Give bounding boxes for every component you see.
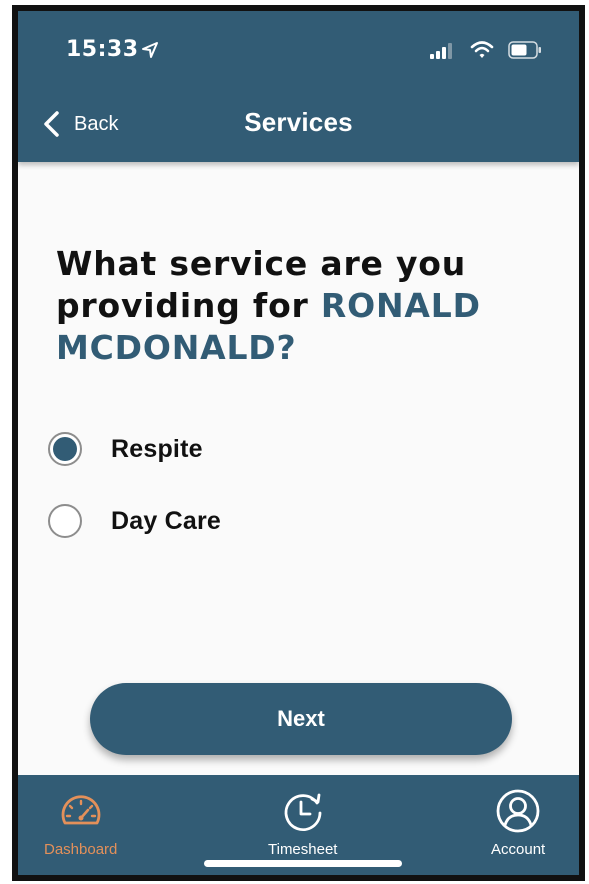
tab-account[interactable]: Account <box>491 787 545 858</box>
speedometer-icon <box>61 795 101 825</box>
clock-refresh-icon <box>284 793 322 832</box>
tab-bar: Dashboard Timesheet Account <box>18 775 579 875</box>
battery-icon <box>508 41 541 59</box>
next-button[interactable]: Next <box>90 683 512 755</box>
option-label: Day Care <box>111 506 221 535</box>
option-respite[interactable]: Respite <box>48 429 203 469</box>
status-bar: 15:33 <box>18 11 579 91</box>
phone-screen: 15:33 Back Services What service are you… <box>12 5 585 881</box>
radio-day-care[interactable] <box>48 504 82 538</box>
radio-selected-dot <box>53 437 77 461</box>
option-day-care[interactable]: Day Care <box>48 501 221 541</box>
tab-label: Timesheet <box>268 841 338 858</box>
page-title: Services <box>244 107 353 137</box>
user-circle-icon <box>496 789 540 833</box>
location-arrow-icon <box>142 42 158 58</box>
tab-label: Dashboard <box>44 841 118 858</box>
tab-label: Account <box>491 841 546 858</box>
home-indicator[interactable] <box>204 860 402 867</box>
cellular-signal-icon <box>430 43 452 59</box>
header: 15:33 Back Services <box>18 11 579 162</box>
option-label: Respite <box>111 434 203 463</box>
tab-timesheet[interactable]: Timesheet <box>268 787 337 858</box>
status-time: 15:33 <box>66 37 139 62</box>
wifi-icon <box>470 41 494 58</box>
tab-dashboard[interactable]: Dashboard <box>44 787 117 858</box>
nav-bar: Back Services <box>18 91 579 162</box>
service-question: What service are you providing for RONAL… <box>56 243 536 369</box>
radio-respite[interactable] <box>48 432 82 466</box>
